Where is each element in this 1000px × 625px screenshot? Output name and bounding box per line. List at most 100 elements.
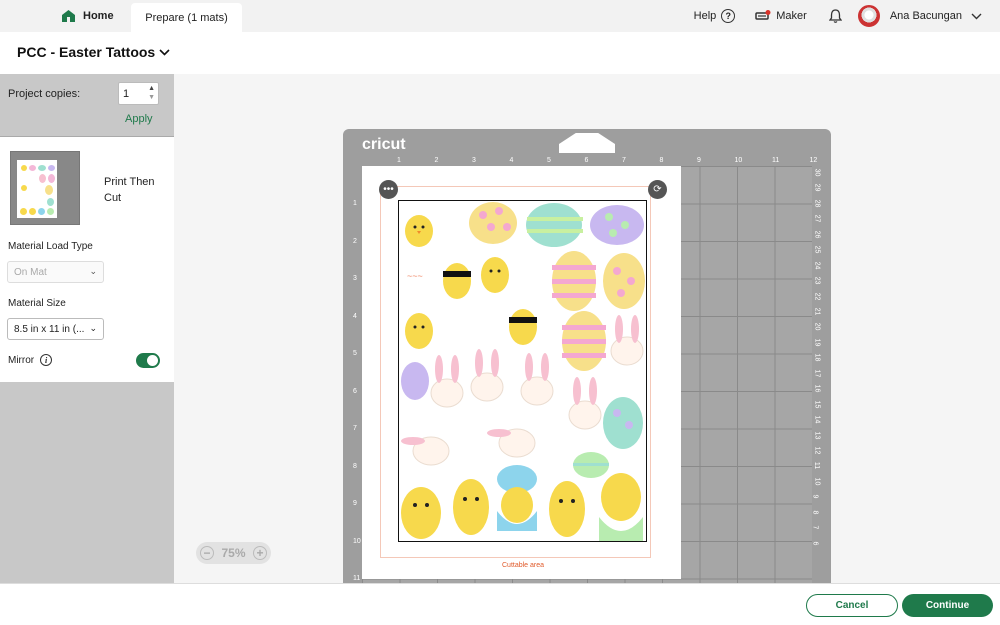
help-button[interactable]: Help ? (694, 9, 736, 23)
right-ruler-tick: 22 (813, 292, 821, 300)
top-right-actions: Help ? Maker Ana Bacungan (694, 0, 982, 32)
design-image[interactable]: ~~~ (398, 200, 647, 542)
right-ruler-tick: 8 (811, 510, 819, 515)
right-ruler-tick: 13 (813, 431, 821, 439)
easter-design-artwork: ~~~ (401, 202, 645, 541)
copies-stepper[interactable]: ▲ ▼ (148, 84, 155, 102)
left-ruler-tick: 9 (353, 500, 357, 507)
mat-thumbnail-sheet (17, 160, 57, 218)
mat-brand-logo: cricut (362, 136, 406, 153)
mint-egg-sticker (603, 397, 643, 449)
lying-bunny-sticker (487, 428, 536, 458)
home-label: Home (83, 10, 114, 22)
help-label: Help (693, 10, 717, 22)
stepper-up-icon[interactable]: ▲ (148, 84, 155, 93)
right-ruler-tick: 6 (811, 541, 819, 546)
lying-bunny-sticker (401, 436, 450, 466)
bunny-sticker (610, 315, 644, 366)
chick-sticker (549, 481, 585, 537)
zoom-level: 75% (221, 546, 246, 560)
project-title: PCC - Easter Tattoos (17, 44, 156, 60)
help-icon: ? (721, 9, 736, 23)
chevron-down-icon (159, 48, 170, 56)
mat-card[interactable]: Print Then Cut Material Load Type On Mat… (0, 136, 174, 382)
left-ruler-tick: 7 (353, 425, 357, 432)
chick-sticker (481, 257, 509, 293)
continue-button[interactable]: Continue (902, 594, 993, 617)
mat-thumbnail[interactable] (10, 151, 80, 225)
home-tab[interactable]: Home (62, 0, 114, 32)
copies-input[interactable]: 1 ▲ ▼ (118, 82, 159, 105)
mat-mode-label: Print Then Cut (104, 176, 155, 204)
prepare-tab-label: Prepare (1 mats) (145, 11, 228, 24)
left-ruler-tick: 5 (353, 350, 357, 357)
right-ruler-tick: 25 (813, 245, 821, 254)
project-title-dropdown[interactable]: PCC - Easter Tattoos (17, 44, 170, 60)
copies-value: 1 (123, 88, 130, 100)
rotate-icon: ⟳ (653, 184, 662, 195)
user-menu[interactable]: Ana Bacungan (890, 10, 982, 22)
more-options-button[interactable]: ••• (379, 180, 398, 199)
avatar[interactable] (857, 5, 880, 27)
top-ruler-tick: 1 (397, 157, 401, 164)
apply-button[interactable]: Apply (125, 113, 153, 125)
zoom-control: − 75% + (196, 542, 271, 564)
chevron-down-icon (971, 13, 982, 19)
material-load-value: On Mat (14, 267, 47, 278)
bunny-sticker (430, 355, 464, 408)
striped-egg-sticker (526, 203, 583, 247)
hatching-chick-sticker (599, 473, 643, 541)
bunny-sticker (568, 377, 602, 430)
striped-egg-sticker (552, 251, 596, 311)
stepper-down-icon[interactable]: ▼ (148, 93, 155, 102)
right-ruler-tick: 9 (811, 494, 819, 499)
hatching-chick-sticker (497, 465, 537, 531)
polka-egg-sticker (469, 202, 517, 244)
lavender-egg-sticker (401, 362, 429, 400)
top-ruler-tick: 3 (472, 157, 476, 164)
chevron-down-icon: ⌄ (89, 266, 97, 276)
material-size-select[interactable]: 8.5 in x 11 in (... ⌄ (7, 318, 104, 340)
left-ruler-tick: 8 (353, 462, 357, 470)
chick-sticker (401, 487, 441, 539)
left-ruler-tick: 11 (353, 575, 361, 582)
top-ruler-tick: 7 (622, 157, 626, 164)
cuttable-area-label: Cuttable area (502, 562, 545, 569)
top-ruler-tick: 12 (809, 157, 818, 164)
right-ruler-tick: 23 (813, 276, 821, 285)
right-ruler-tick: 30 (813, 168, 821, 177)
mirror-toggle[interactable] (136, 353, 160, 368)
zoom-in-icon[interactable]: + (253, 546, 267, 560)
right-ruler-tick: 26 (813, 230, 821, 239)
top-ruler-tick: 4 (509, 157, 514, 164)
material-load-select: On Mat ⌄ (7, 261, 104, 283)
left-ruler-tick: 4 (353, 312, 357, 320)
top-ruler-tick: 10 (734, 157, 743, 164)
machine-button[interactable]: Maker (755, 10, 807, 22)
left-ruler-tick: 3 (353, 275, 357, 282)
info-icon[interactable]: i (40, 354, 53, 366)
right-ruler-tick: 7 (811, 525, 819, 530)
material-size-label: Material Size (8, 298, 66, 309)
chick-sticker (453, 479, 489, 535)
project-copies-section: Project copies: 1 ▲ ▼ Apply (0, 74, 174, 136)
right-ruler-tick: 29 (813, 184, 821, 192)
right-ruler-tick: 16 (813, 384, 821, 393)
zoom-out-icon[interactable]: − (200, 546, 214, 560)
top-ruler-tick: 6 (584, 157, 589, 164)
left-ruler-tick: 1 (353, 200, 357, 207)
home-icon (62, 10, 75, 22)
bunny-sticker (520, 353, 554, 406)
prepare-tab[interactable]: Prepare (1 mats) (131, 3, 242, 32)
copies-label: Project copies: (8, 88, 81, 100)
right-ruler-tick: 21 (813, 307, 821, 316)
chick-sticker (405, 313, 433, 349)
right-ruler-tick: 27 (813, 214, 821, 223)
rotate-button[interactable]: ⟳ (648, 180, 667, 199)
right-ruler-tick: 15 (813, 400, 821, 409)
notification-bell-icon[interactable] (828, 9, 842, 23)
cancel-button[interactable]: Cancel (806, 594, 898, 617)
left-ruler-tick: 6 (353, 387, 357, 395)
polka-egg-sticker (603, 253, 645, 309)
right-ruler-tick: 20 (813, 323, 821, 331)
